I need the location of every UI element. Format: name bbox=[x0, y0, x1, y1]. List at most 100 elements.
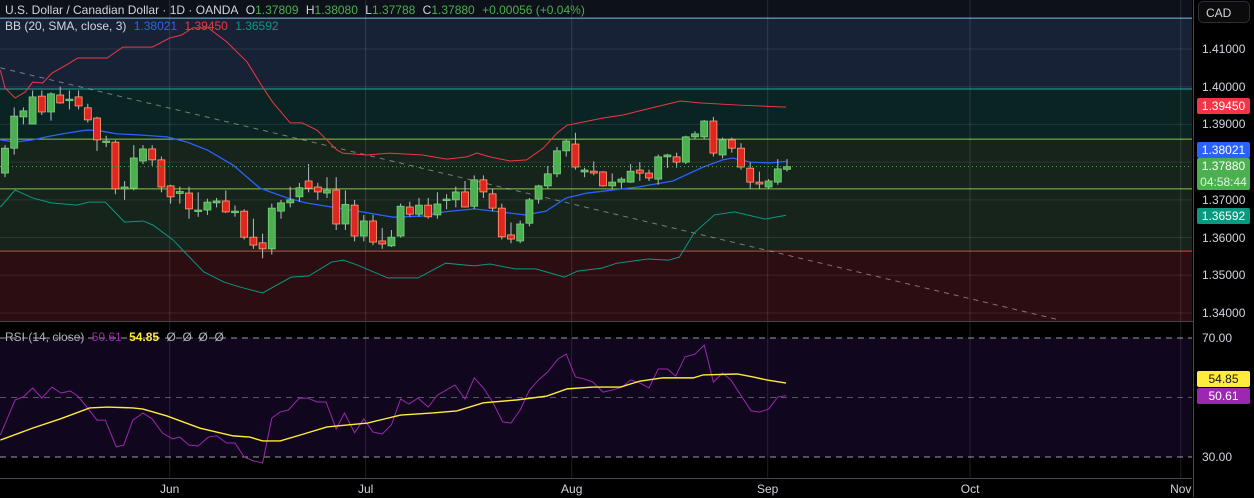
candle-up bbox=[65, 98, 74, 102]
bb-upper-badge: 1.39450 bbox=[1197, 98, 1250, 114]
candle-down bbox=[249, 236, 258, 246]
rsi-ma-value: 54.85 bbox=[129, 330, 160, 344]
candle-up bbox=[415, 204, 423, 215]
candle-down bbox=[497, 207, 506, 238]
bb-legend[interactable]: BB (20, SMA, close, 3) 1.38021 1.39450 1… bbox=[5, 18, 283, 34]
candle-up bbox=[120, 186, 129, 190]
candle-down bbox=[599, 171, 607, 187]
candle-down bbox=[56, 94, 65, 104]
candle-up bbox=[286, 199, 295, 204]
candle-up bbox=[543, 173, 552, 187]
bb-label[interactable]: BB (20, SMA, close, 3) bbox=[5, 19, 126, 33]
candle-down bbox=[589, 170, 598, 174]
candle-down bbox=[83, 107, 92, 121]
low-label: L bbox=[365, 3, 372, 17]
candle-down bbox=[405, 206, 414, 215]
candle-down bbox=[332, 189, 341, 225]
candle-down bbox=[111, 141, 120, 190]
candle-up bbox=[691, 133, 699, 138]
candle-down bbox=[304, 180, 313, 189]
time-tick-label: Sep bbox=[756, 482, 779, 496]
high-value: 1.38080 bbox=[314, 3, 358, 17]
candle-up bbox=[19, 110, 28, 118]
candle-down bbox=[37, 95, 46, 113]
candle-up bbox=[28, 96, 37, 125]
low-value: 1.37788 bbox=[371, 3, 416, 17]
candle-up bbox=[700, 120, 709, 138]
candle-up bbox=[433, 203, 442, 216]
candle-up bbox=[553, 150, 561, 175]
candle-down bbox=[479, 179, 488, 193]
candle-down bbox=[157, 159, 166, 188]
price-tick-label: 1.34000 bbox=[1202, 305, 1246, 320]
candle-up bbox=[1, 147, 9, 174]
rsi-label[interactable]: RSI (14, close) bbox=[5, 330, 84, 344]
close-value: 1.37880 bbox=[431, 3, 475, 17]
candle-down bbox=[93, 117, 101, 141]
candle-up bbox=[359, 220, 368, 237]
rsi-value: 50.61 bbox=[91, 330, 122, 344]
price-tick-label: 1.36000 bbox=[1202, 230, 1246, 245]
candle-up bbox=[10, 115, 19, 149]
candle-up bbox=[663, 154, 672, 158]
candle-up bbox=[773, 168, 782, 183]
bb-upper-value: 1.39450 bbox=[184, 19, 228, 33]
time-tick-label: Jul bbox=[357, 482, 374, 496]
candle-up bbox=[580, 169, 589, 173]
chart-plot-area[interactable] bbox=[0, 0, 1192, 478]
candle-down bbox=[645, 172, 653, 179]
candle-up bbox=[654, 156, 663, 180]
candle-down bbox=[571, 143, 580, 168]
candle-up bbox=[387, 236, 396, 247]
candle-down bbox=[313, 186, 322, 193]
candle-up bbox=[203, 201, 212, 211]
price-tick-label: 1.35000 bbox=[1202, 268, 1246, 283]
candle-up bbox=[295, 187, 304, 198]
candle-up bbox=[608, 181, 617, 187]
candle-up bbox=[451, 191, 460, 201]
candle-down bbox=[672, 156, 681, 163]
open-value: 1.37809 bbox=[255, 3, 299, 17]
candle-down bbox=[369, 220, 377, 243]
candle-up bbox=[525, 199, 534, 224]
candle-up bbox=[341, 203, 350, 225]
pane-separator[interactable] bbox=[0, 321, 1254, 322]
high-label: H bbox=[305, 3, 315, 17]
candle-up bbox=[47, 93, 55, 113]
candle-down bbox=[350, 204, 359, 237]
candle-up bbox=[516, 223, 525, 242]
candle-up bbox=[139, 148, 147, 162]
candle-up bbox=[277, 202, 285, 212]
bar-countdown: 04:58:44 bbox=[1200, 175, 1247, 189]
bb-lower-value: 1.36592 bbox=[235, 19, 279, 33]
candle-up bbox=[617, 178, 626, 183]
currency-button[interactable]: CAD bbox=[1198, 1, 1250, 23]
candle-down bbox=[755, 181, 764, 185]
candle-up bbox=[212, 200, 221, 204]
candle-up bbox=[470, 179, 479, 207]
candle-down bbox=[709, 120, 718, 154]
candle-down bbox=[221, 200, 230, 213]
candle-up bbox=[231, 210, 239, 214]
candle-down bbox=[461, 191, 469, 208]
rsi-legend[interactable]: RSI (14, close) 50.61 54.85 Ø Ø Ø Ø bbox=[5, 329, 228, 345]
candle-up bbox=[102, 140, 111, 143]
candle-down bbox=[507, 234, 515, 240]
change-value: +0.00056 (+0.04%) bbox=[482, 3, 585, 17]
candle-up bbox=[129, 157, 138, 189]
price-tick-label: 1.40000 bbox=[1202, 79, 1246, 94]
bb-basis-value: 1.38021 bbox=[133, 19, 178, 33]
candle-down bbox=[74, 96, 83, 107]
price-tick-label: 1.41000 bbox=[1202, 42, 1246, 56]
candle-up bbox=[194, 209, 203, 212]
candle-up bbox=[562, 140, 571, 152]
candle-up bbox=[267, 207, 276, 250]
price-zone bbox=[0, 88, 1192, 140]
price-scale[interactable] bbox=[1193, 0, 1254, 497]
price-zone bbox=[0, 251, 1192, 321]
symbol-title[interactable]: U.S. Dollar / Canadian Dollar · 1D · OAN… bbox=[5, 3, 238, 17]
candle-down bbox=[240, 210, 249, 238]
candle-down bbox=[488, 193, 497, 209]
open-label: O bbox=[245, 3, 256, 17]
candle-down bbox=[424, 204, 433, 218]
